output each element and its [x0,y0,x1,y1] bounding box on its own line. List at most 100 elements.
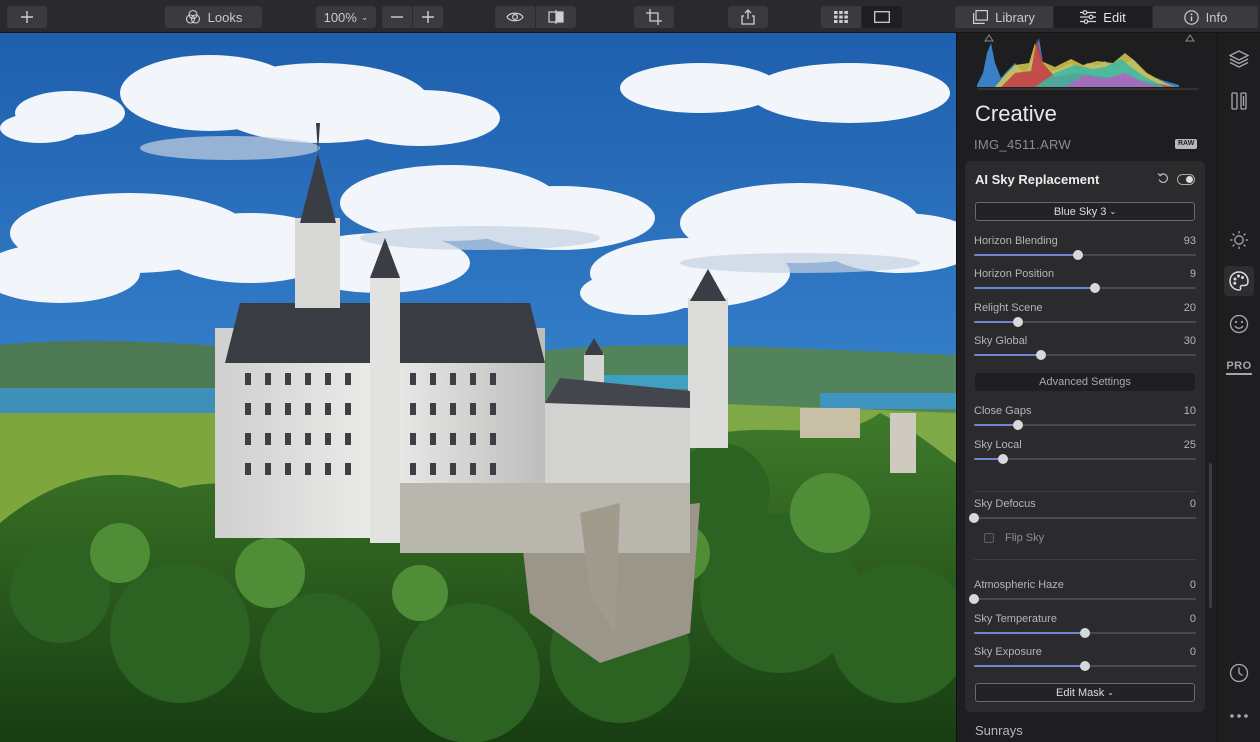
flip-sky-checkbox[interactable] [984,533,994,543]
export-button[interactable] [728,6,768,28]
slider-horizon-position[interactable]: Horizon Position 9 [974,268,1196,298]
zoom-out-button[interactable] [382,6,412,28]
essentials-button[interactable] [1224,225,1254,255]
slider-label: Sky Local [974,439,1022,451]
tab-library[interactable]: Library [955,6,1053,28]
photo-canvas[interactable] [0,33,956,742]
slider-thumb[interactable] [1035,350,1046,360]
palette-icon [1229,271,1249,291]
slider-thumb[interactable] [1080,661,1090,671]
slider-track[interactable] [974,661,1196,671]
tab-info-label: Info [1205,9,1228,25]
slider-thumb[interactable] [997,454,1008,464]
slider-label: Sky Global [974,335,1028,347]
slider-value: 0 [1189,613,1196,625]
add-button[interactable] [7,6,47,28]
slider-track[interactable] [974,250,1196,260]
edit-panel: Creative IMG_4511.ARW RAW AI Sky Replace… [956,33,1216,742]
looks-button[interactable]: Looks [165,6,262,28]
looks-label: Looks [207,9,243,25]
more-icon [1230,714,1248,718]
pro-tools-button[interactable]: PRO [1224,352,1254,382]
slider-sky-temperature[interactable]: Sky Temperature 0 [974,613,1196,643]
slider-track[interactable] [974,454,1196,464]
grid-view-button[interactable] [821,6,861,28]
slider-thumb[interactable] [969,594,979,604]
slider-label: Horizon Blending [974,235,1058,247]
edit-mask-button[interactable]: Edit Mask ⌄ [975,683,1195,702]
tab-library-label: Library [995,9,1035,25]
castle-photo [0,33,956,742]
zoom-dropdown[interactable]: 100% ⌄ [316,6,376,28]
slider-close-gaps[interactable]: Close Gaps 10 [974,405,1196,435]
advanced-settings-header[interactable]: Advanced Settings [975,373,1195,391]
slider-sky-global[interactable]: Sky Global 30 [974,335,1196,365]
flip-sky-option[interactable]: Flip Sky [984,532,1044,544]
slider-thumb[interactable] [1073,250,1084,260]
reset-icon[interactable] [1157,172,1169,184]
sky-selection-value: Blue Sky 3 [1053,205,1107,218]
slider-value: 20 [1183,302,1196,314]
slider-thumb[interactable] [969,513,979,523]
slider-track[interactable] [969,594,1196,604]
slider-track[interactable] [974,350,1196,360]
history-button[interactable] [1224,658,1254,688]
panel-title: Creative [975,101,1057,126]
single-image-icon [874,11,890,23]
canvas-icon [1231,92,1247,110]
clock-icon [1229,663,1249,683]
share-icon [741,9,755,25]
zoom-value: 100% [323,9,357,25]
canvas-tools-button[interactable] [1224,86,1254,116]
slider-relight-scene[interactable]: Relight Scene 20 [974,302,1196,332]
ai-sky-replacement-section: AI Sky Replacement Blue Sky 3 ⌄ Advanced… [965,161,1205,712]
edit-mask-label: Edit Mask [1056,686,1105,699]
slider-horizon-blending[interactable]: Horizon Blending 93 [974,235,1196,265]
slider-track[interactable] [969,513,1196,523]
chevron-down-icon: ⌄ [360,11,369,22]
layers-icon [1229,50,1249,68]
section-visibility-toggle[interactable] [1177,174,1195,185]
slider-fill [974,287,1095,289]
slider-track[interactable] [974,628,1196,638]
slider-value: 30 [1183,335,1196,347]
slider-sky-local[interactable]: Sky Local 25 [974,439,1196,469]
slider-track[interactable] [974,283,1196,293]
slider-fill [974,321,1019,323]
zoom-in-button[interactable] [413,6,443,28]
sunrays-section-header[interactable]: Sunrays [975,723,1023,738]
compare-button[interactable] [536,6,576,28]
slider-thumb[interactable] [1013,420,1024,430]
slider-fill [974,665,1085,667]
tab-info[interactable]: Info [1153,6,1258,28]
slider-fill [974,354,1041,356]
slider-value: 9 [1189,268,1196,280]
crop-button[interactable] [634,6,674,28]
slider-sky-defocus[interactable]: Sky Defocus 0 [969,498,1196,528]
slider-value: 93 [1183,235,1196,247]
slider-label: Close Gaps [974,405,1032,417]
sky-selection-dropdown[interactable]: Blue Sky 3 ⌄ [975,202,1195,221]
tab-edit[interactable]: Edit [1054,6,1152,28]
info-icon [1183,9,1199,25]
single-view-button[interactable] [862,6,902,28]
portrait-button[interactable] [1224,309,1254,339]
slider-track[interactable] [974,420,1196,430]
slider-thumb[interactable] [1089,283,1100,293]
more-options-button[interactable] [1224,701,1254,731]
preview-button[interactable] [495,6,535,28]
slider-value: 0 [1189,498,1196,510]
slider-sky-exposure[interactable]: Sky Exposure 0 [974,646,1196,676]
looks-icon [185,9,200,24]
slider-track[interactable] [974,317,1196,327]
slider-thumb[interactable] [1080,628,1090,638]
tool-category-rail: PRO [1217,33,1260,742]
layers-button[interactable] [1224,44,1254,74]
slider-fill [974,424,1019,426]
raw-badge: RAW [1175,139,1198,149]
slider-thumb[interactable] [1013,317,1024,327]
panel-scrollbar[interactable] [1209,463,1212,608]
creative-button[interactable] [1224,266,1254,296]
slider-value: 0 [1189,646,1196,658]
slider-atmospheric-haze[interactable]: Atmospheric Haze 0 [969,579,1196,609]
